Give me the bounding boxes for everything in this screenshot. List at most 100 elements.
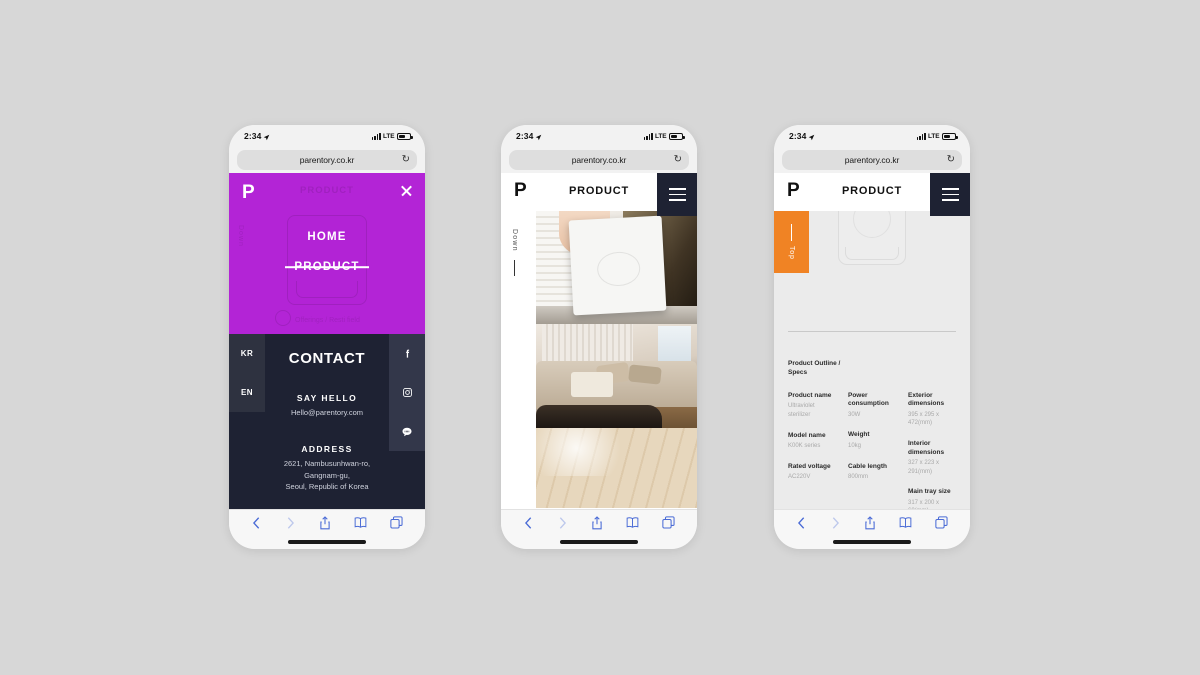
phone-3-viewport: Top Product Outline / Specs Product name … [774,173,970,509]
spec-label: Model name [788,431,826,439]
share-icon[interactable] [319,515,331,530]
spec-label: Power consumption [848,391,889,408]
scroll-hint: Down [511,229,518,276]
browser-url-bar: parentory.co.kr ↻ [774,147,970,173]
address-label: ADDRESS [301,444,353,455]
spec-value: 317 x 200 x60(mm) [908,499,940,509]
spec-label: Rated voltage [788,462,831,470]
url-input[interactable]: parentory.co.kr ↻ [782,150,962,170]
kakaotalk-icon[interactable] [389,412,425,451]
scroll-to-top-label: Top [788,246,795,260]
location-arrow-icon [535,133,542,140]
status-bar-left: 2:34 [516,131,542,141]
chevron-right-icon[interactable] [557,516,568,530]
product-spec-page: Top Product Outline / Specs Product name … [774,173,970,509]
battery-icon [669,132,685,140]
nav-item-product[interactable]: PRODUCT [229,261,425,273]
reload-icon[interactable]: ↻ [402,155,410,165]
lang-option-en[interactable]: EN [229,373,265,412]
chevron-left-icon[interactable] [796,516,807,530]
email-value[interactable]: Hello@parentory.com [265,407,389,418]
product-photo-gallery [536,211,697,509]
spec-item: Interior dimensions 327 x 223 x 291(mm) [908,440,960,476]
spec-value: 800mm [848,473,869,480]
address-line-1: 2621, Nambusunhwan-ro, [283,459,371,469]
status-bar: 2:34 LTE [774,125,970,147]
spec-item: Product name Ultraviolet sterilizer [788,392,840,420]
hamburger-menu-icon[interactable] [657,173,697,216]
browser-toolbar [774,509,970,535]
spec-column-3: Exterior dimensions 395 x 295 x 472(mm) In… [908,392,960,509]
facebook-icon[interactable] [389,334,425,373]
reload-icon[interactable]: ↻ [674,155,682,165]
spec-item: Cable length 800mm [848,463,900,482]
spec-columns: Product name Ultraviolet sterilizer Model… [788,392,960,509]
status-time: 2:34 [789,131,807,141]
tabs-icon[interactable] [935,516,948,529]
status-bar-left: 2:34 [789,131,815,141]
spec-item: Model name K00K series [788,432,840,451]
spec-table-heading: Product Outline / Specs [788,360,841,377]
tabs-icon[interactable] [390,516,403,529]
battery-icon [942,132,958,140]
signal-bars-icon [371,132,381,140]
contact-content: CONTACT SAY HELLO Hello@parentory.com AD… [265,334,389,492]
signal-bars-icon [643,132,653,140]
chevron-right-icon[interactable] [830,516,841,530]
spec-value: AC220V [788,474,811,481]
scroll-to-top-button[interactable]: Top [774,211,809,273]
url-input[interactable]: parentory.co.kr ↻ [509,150,689,170]
reload-icon[interactable]: ↻ [947,155,955,165]
spec-label: Exterior dimensions [908,391,945,408]
book-icon[interactable] [626,516,639,529]
status-bar: 2:34 LTE [229,125,425,147]
ghost-caption: Offerings / Resti field [295,317,360,324]
browser-url-bar: parentory.co.kr ↻ [501,147,697,173]
lang-option-kr[interactable]: KR [229,334,265,373]
share-icon[interactable] [864,515,876,530]
site-header: P PRODUCT [501,173,697,216]
phone-1-viewport: PRODUCT Down Offerings / Resti field P H… [229,173,425,509]
spec-label: Weight [848,431,870,439]
url-text: parentory.co.kr [844,155,900,165]
phone-3: 2:34 LTE parentory.co.kr ↻ Top Product O… [774,125,970,549]
spec-item: Exterior dimensions 395 x 295 x 472(mm) [908,392,960,428]
status-bar-right: LTE [643,132,685,140]
status-bar-left: 2:34 [244,131,270,141]
browser-url-bar: parentory.co.kr ↻ [229,147,425,173]
hand-lifting-white-panel-photo [536,211,697,324]
status-bar-right: LTE [916,132,958,140]
status-time: 2:34 [516,131,534,141]
url-input[interactable]: parentory.co.kr ↻ [237,150,417,170]
status-time: 2:34 [244,131,262,141]
tabs-icon[interactable] [662,516,675,529]
spec-label: Cable length [848,462,888,470]
home-indicator [501,535,697,549]
screenshot-stage: 2:34 LTE parentory.co.kr ↻ PRODUCT Down … [0,0,1200,675]
instagram-icon[interactable] [389,373,425,412]
contact-heading: CONTACT [288,350,366,367]
book-icon[interactable] [899,516,912,529]
battery-icon [397,132,413,140]
site-logo[interactable]: P [242,183,255,202]
divider [788,331,956,332]
nav-item-home[interactable]: HOME [229,231,425,243]
address-line-2: Gangnam-gu, [304,470,350,480]
url-text: parentory.co.kr [299,155,355,165]
chevron-left-icon[interactable] [251,516,262,530]
email-label: SAY HELLO [296,393,358,403]
spec-value: 10kg [848,442,862,449]
spec-value: K00K series [788,443,821,450]
chevron-right-icon[interactable] [285,516,296,530]
share-icon[interactable] [591,515,603,530]
close-icon[interactable] [400,184,413,197]
hamburger-menu-icon[interactable] [930,173,970,216]
network-label: LTE [655,132,667,140]
book-icon[interactable] [354,516,367,529]
home-indicator [229,535,425,549]
product-hero: Top [774,189,970,293]
chevron-left-icon[interactable] [523,516,534,530]
spec-label: Interior dimensions [908,440,945,456]
status-bar: 2:34 LTE [501,125,697,147]
spec-item: Main tray size 317 x 200 x60(mm) [908,488,960,509]
